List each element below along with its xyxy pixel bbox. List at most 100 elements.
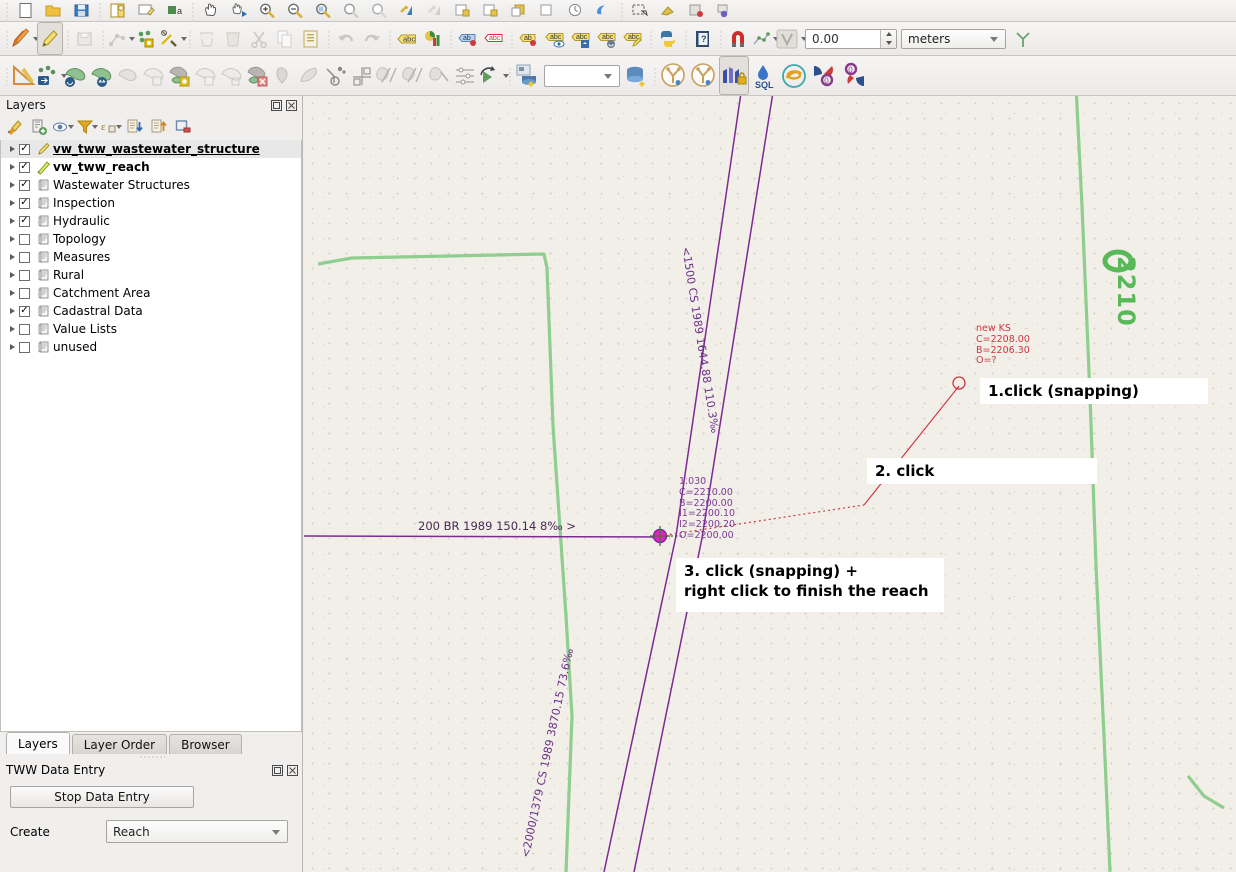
- tww-data-entry-icon[interactable]: [719, 56, 749, 95]
- layer-visibility-checkbox[interactable]: ✓: [19, 305, 30, 317]
- map-canvas[interactable]: <1500 CS 1989 1644.88 110.3‰ <2000/1379 …: [304, 96, 1236, 872]
- tww-wizard-icon[interactable]: [659, 56, 689, 95]
- layer-tree-item[interactable]: Value Lists: [1, 320, 301, 338]
- reshape-features-icon[interactable]: [271, 56, 297, 95]
- layer-tree-item[interactable]: ✓ Hydraulic: [1, 212, 301, 230]
- chevron-down-icon[interactable]: [272, 829, 280, 835]
- layer-tree-item[interactable]: Catchment Area: [1, 284, 301, 302]
- expression-filter-icon[interactable]: ε: [100, 116, 122, 138]
- refresh-icon[interactable]: [449, 0, 477, 21]
- spinner-down-icon[interactable]: [881, 39, 896, 48]
- chevron-right-icon[interactable]: [5, 344, 19, 350]
- chevron-down-icon[interactable]: [604, 73, 612, 79]
- paste-features-icon[interactable]: [298, 22, 324, 55]
- chevron-down-icon[interactable]: [990, 36, 998, 42]
- show-hide-labels-icon[interactable]: ab: [516, 22, 542, 55]
- reverse-line-icon[interactable]: [323, 56, 349, 95]
- float-panel-icon[interactable]: [271, 764, 284, 777]
- diagram-icon[interactable]: [420, 22, 446, 55]
- measure-line-icon[interactable]: [626, 0, 654, 21]
- snapping-tolerance-input[interactable]: 0.00: [805, 28, 897, 49]
- open-attribute-table-icon[interactable]: [589, 0, 617, 21]
- rotate-point-symbols-icon[interactable]: [479, 56, 509, 95]
- vector-layer-icon[interactable]: a: [160, 0, 188, 21]
- python-console-icon[interactable]: [655, 22, 681, 55]
- delete-ring-icon[interactable]: [219, 56, 245, 95]
- layer-visibility-checkbox[interactable]: [19, 287, 30, 299]
- layer-tree-item[interactable]: ✓ vw_tww_reach: [1, 158, 301, 176]
- chevron-right-icon[interactable]: [5, 218, 19, 224]
- new-project-icon[interactable]: [11, 0, 39, 21]
- layer-tree-item[interactable]: ✓ Wastewater Structures: [1, 176, 301, 194]
- layer-visibility-checkbox[interactable]: ✓: [19, 161, 30, 173]
- new-bookmark-icon[interactable]: [682, 0, 710, 21]
- layer-tree-item[interactable]: Topology: [1, 230, 301, 248]
- copy-features-icon[interactable]: [272, 22, 298, 55]
- chevron-right-icon[interactable]: [5, 272, 19, 278]
- save-layer-edits-icon[interactable]: [72, 22, 98, 55]
- chevron-down-icon[interactable]: [68, 125, 74, 129]
- spinner-buttons[interactable]: [880, 29, 896, 48]
- chevron-right-icon[interactable]: [5, 326, 19, 332]
- style-manager-icon[interactable]: [132, 0, 160, 21]
- chevron-down-icon[interactable]: [180, 36, 187, 41]
- avoid-overlap-icon[interactable]: [1010, 22, 1036, 55]
- new-print-layout-icon[interactable]: [104, 0, 132, 21]
- change-label-icon[interactable]: abc: [594, 22, 620, 55]
- layer-visibility-checkbox[interactable]: [19, 233, 30, 245]
- layer-visibility-checkbox[interactable]: [19, 269, 30, 281]
- zoom-next-icon[interactable]: [421, 0, 449, 21]
- pan-to-selection-icon[interactable]: [225, 0, 253, 21]
- label-properties-icon[interactable]: abc: [620, 22, 646, 55]
- zoom-to-layer-icon[interactable]: [365, 0, 393, 21]
- undo-icon[interactable]: [333, 22, 359, 55]
- fill-ring-icon[interactable]: [193, 56, 219, 95]
- label-toolbar-icon[interactable]: abc: [394, 22, 420, 55]
- tww-profile-icon[interactable]: [689, 56, 719, 95]
- pan-map-icon[interactable]: [197, 0, 225, 21]
- layer-tree-item[interactable]: ✓ Cadastral Data: [1, 302, 301, 320]
- layer-tree-item[interactable]: ✓ vw_tww_wastewater_structure: [1, 140, 301, 158]
- cut-features-icon[interactable]: [246, 22, 272, 55]
- snapping-magnet-icon[interactable]: [725, 22, 751, 55]
- layer-tree-item[interactable]: Measures: [1, 248, 301, 266]
- layer-tree-item[interactable]: Rural: [1, 266, 301, 284]
- manage-visibility-icon[interactable]: [52, 116, 74, 138]
- rotate-feature-icon[interactable]: [63, 56, 89, 95]
- move-feature-icon[interactable]: [37, 56, 67, 95]
- chevron-right-icon[interactable]: [5, 290, 19, 296]
- layer-visibility-checkbox[interactable]: ✓: [19, 143, 30, 155]
- redo-icon[interactable]: [359, 22, 385, 55]
- tww-connect-icon[interactable]: 0: [809, 56, 839, 95]
- highlight-pinned-labels-icon[interactable]: ab: [455, 22, 481, 55]
- layer-tree-item[interactable]: unused: [1, 338, 301, 356]
- tww-network-icon[interactable]: [779, 56, 809, 95]
- layer-visibility-checkbox[interactable]: ✓: [19, 179, 30, 191]
- chevron-right-icon[interactable]: [5, 146, 19, 152]
- pin-labels-icon[interactable]: abc: [481, 22, 507, 55]
- chevron-right-icon[interactable]: [5, 308, 19, 314]
- create-type-select[interactable]: Reach: [106, 820, 288, 843]
- merge-features-icon[interactable]: [427, 56, 453, 95]
- zoom-to-selection-icon[interactable]: [337, 0, 365, 21]
- collapse-all-icon[interactable]: [124, 116, 146, 138]
- chevron-right-icon[interactable]: [5, 236, 19, 242]
- add-line-feature-icon[interactable]: [107, 22, 135, 55]
- chevron-right-icon[interactable]: [5, 254, 19, 260]
- offset-curve-icon[interactable]: [297, 56, 323, 95]
- panel-tab-layers[interactable]: Layers: [6, 732, 70, 754]
- close-panel-icon[interactable]: [286, 764, 299, 777]
- move-label-icon[interactable]: abc: [542, 22, 568, 55]
- select-value-icon[interactable]: [561, 0, 589, 21]
- text-annotation-icon[interactable]: [710, 0, 738, 21]
- layer-visibility-checkbox[interactable]: [19, 251, 30, 263]
- expand-all-icon[interactable]: [148, 116, 170, 138]
- filter-legend-icon[interactable]: [76, 116, 98, 138]
- select-features-icon[interactable]: [505, 0, 533, 21]
- toggle-editing-icon[interactable]: [37, 22, 63, 55]
- layer-tree[interactable]: ✓ vw_tww_wastewater_structure ✓ vw_tww_reac…: [0, 140, 302, 732]
- open-project-icon[interactable]: [39, 0, 67, 21]
- vertex-tool-icon[interactable]: [133, 22, 159, 55]
- layer-visibility-checkbox[interactable]: [19, 323, 30, 335]
- chevron-right-icon[interactable]: [5, 200, 19, 206]
